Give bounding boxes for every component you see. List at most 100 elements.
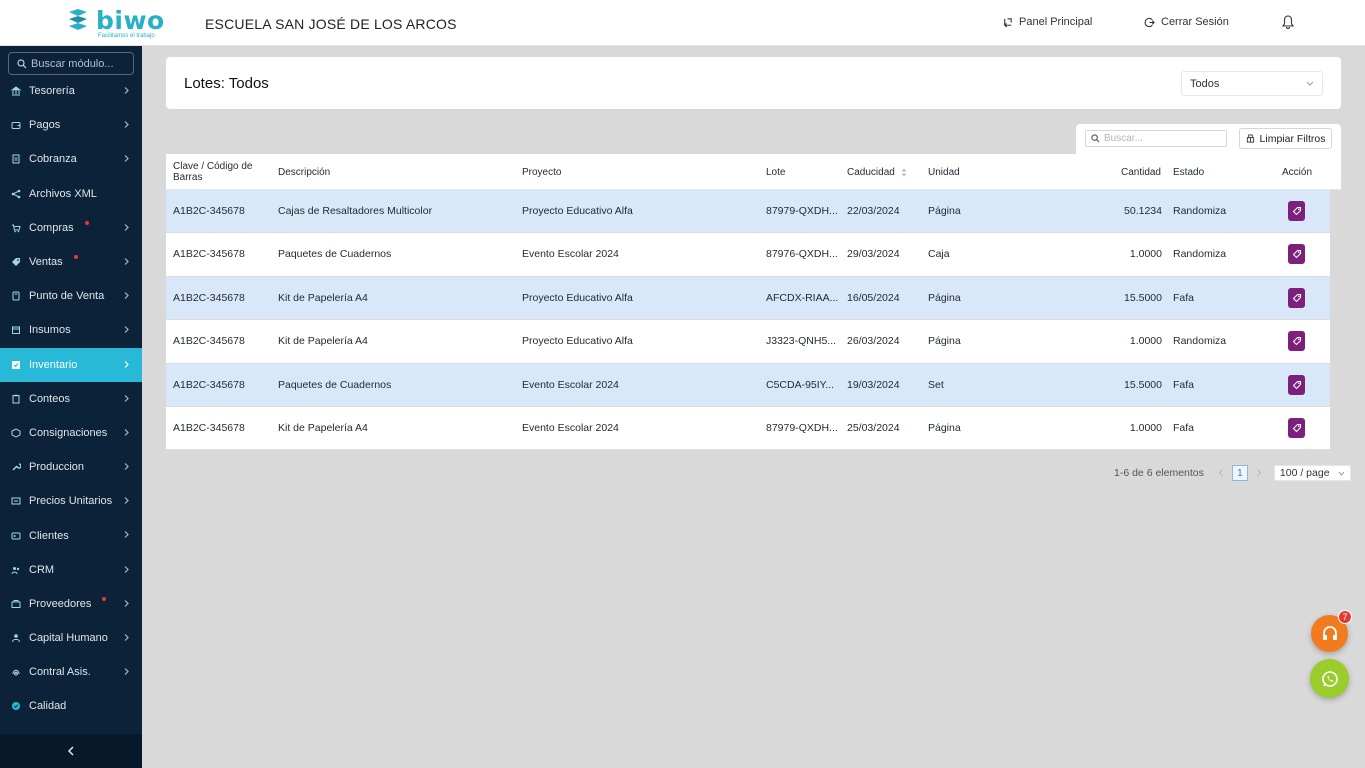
cell-lote: J3323-QNH5...: [766, 335, 837, 348]
whatsapp-icon: [1321, 670, 1338, 687]
cell-descripcion: Paquetes de Cuadernos: [278, 248, 392, 261]
table-row[interactable]: A1B2C-345678 Kit de Papelería A4 Proyecto …: [166, 320, 1330, 364]
table-search-input[interactable]: [1104, 133, 1224, 144]
chevron-right-icon: [124, 326, 129, 334]
table-search[interactable]: [1085, 130, 1227, 147]
sidebar-item-calidad[interactable]: Calidad: [0, 689, 142, 723]
page-size-select[interactable]: 100 / page: [1273, 465, 1351, 481]
cell-lote: 87979-QXDH...: [766, 205, 838, 217]
logo-tagline: Facilitamos el trabajo: [98, 33, 155, 39]
module-search-input[interactable]: [31, 57, 131, 70]
sidebar-item-tesorer-a[interactable]: Tesorería: [0, 74, 142, 108]
wallet-icon: [11, 122, 21, 130]
sidebar-item-pagos[interactable]: Pagos: [0, 108, 142, 142]
sidebar-item-proveedores[interactable]: Proveedores: [0, 587, 142, 621]
sidebar-item-capital-humano[interactable]: Capital Humano: [0, 621, 142, 655]
cell-caducidad: 26/03/2024: [847, 335, 900, 348]
panel-principal-link[interactable]: Panel Principal: [1002, 16, 1092, 28]
column-header-lote[interactable]: Lote: [766, 154, 785, 190]
sidebar-item-conteos[interactable]: Conteos: [0, 382, 142, 416]
cell-descripcion: Kit de Papelería A4: [278, 335, 368, 348]
tag-icon: [1292, 206, 1301, 216]
cell-caducidad: 22/03/2024: [847, 205, 900, 217]
column-header-clave[interactable]: Clave / Código de Barras: [173, 154, 265, 190]
column-header-caducidad[interactable]: Caducidad: [847, 154, 907, 190]
cell-unidad: Página: [928, 335, 961, 348]
page-title: Lotes: Todos: [184, 75, 269, 92]
prev-page-icon[interactable]: [1216, 468, 1226, 478]
logout-link[interactable]: Cerrar Sesión: [1144, 16, 1229, 28]
sidebar-item-archivos-xml[interactable]: Archivos XML: [0, 177, 142, 211]
table-row[interactable]: A1B2C-345678 Cajas de Resaltadores Multic…: [166, 190, 1330, 234]
sidebar-item-label: Consignaciones: [29, 426, 108, 439]
column-header-unidad[interactable]: Unidad: [928, 154, 960, 190]
cell-proyecto: Evento Escolar 2024: [522, 248, 619, 261]
row-action-button[interactable]: [1288, 244, 1305, 265]
sidebar-item-produccion[interactable]: Produccion: [0, 450, 142, 484]
cell-proyecto: Evento Escolar 2024: [522, 378, 619, 391]
chevron-right-icon: [124, 87, 129, 94]
cell-cantidad: 50.1234: [1124, 205, 1162, 217]
page-number-current[interactable]: 1: [1231, 465, 1248, 481]
row-action-button[interactable]: [1288, 287, 1305, 308]
chevron-right-icon: [124, 121, 129, 129]
sidebar-item-precios-unitarios[interactable]: Precios Unitarios: [0, 484, 142, 518]
notification-dot: [85, 220, 89, 225]
school-name: ESCUELA SAN JOSÉ DE LOS ARCOS: [205, 16, 457, 32]
sidebar-item-label: Archivos XML: [29, 187, 97, 200]
clear-filters-button[interactable]: Limpiar Filtros: [1239, 128, 1332, 149]
row-action-button[interactable]: [1288, 374, 1305, 395]
column-header-estado[interactable]: Estado: [1173, 154, 1204, 190]
sidebar-item-contral-asis[interactable]: Contral Asis.: [0, 655, 142, 689]
table-row[interactable]: A1B2C-345678 Kit de Papelería A4 Evento Es…: [166, 406, 1330, 451]
price-icon: [11, 497, 21, 505]
sidebar-collapse-button[interactable]: [0, 734, 142, 768]
sidebar-item-ventas[interactable]: Ventas: [0, 245, 142, 279]
cell-estado: Fafa: [1173, 421, 1195, 434]
row-action-button[interactable]: [1288, 331, 1305, 352]
row-action-button[interactable]: [1288, 201, 1305, 221]
return-icon: [1004, 17, 1012, 27]
table-row[interactable]: A1B2C-345678 Paquetes de Cuadernos Evento …: [166, 233, 1330, 277]
id-card-icon: [11, 532, 21, 540]
sidebar-item-crm[interactable]: CRM: [0, 553, 142, 587]
sidebar-item-inventario[interactable]: Inventario: [0, 347, 142, 382]
notification-dot: [102, 596, 106, 601]
chevron-right-icon: [124, 463, 129, 470]
tag-icon: [1292, 380, 1301, 389]
column-header-descripcion[interactable]: Descripción: [278, 154, 330, 190]
cell-estado: Randomiza: [1173, 205, 1227, 217]
sidebar-item-consignaciones[interactable]: Consignaciones: [0, 416, 142, 450]
wrench-icon: [12, 463, 21, 471]
sidebar-item-label: Precios Unitarios: [29, 495, 113, 508]
sidebar-item-compras[interactable]: Compras: [0, 211, 142, 245]
column-header-cantidad[interactable]: Cantidad: [1096, 154, 1161, 190]
sidebar-item-clientes[interactable]: Clientes: [0, 518, 142, 552]
biwo-logo[interactable]: biwo Facilitamos el trabajo: [66, 6, 166, 42]
pagination: 1-6 de 6 elementos 1 100 / page: [1114, 465, 1351, 481]
sort-icon[interactable]: [901, 168, 907, 177]
row-action-button[interactable]: [1288, 417, 1305, 438]
sidebar-item-label: Inventario: [29, 358, 78, 371]
sidebar-item-punto-de-venta[interactable]: Punto de Venta: [0, 279, 142, 313]
headset-icon: [1322, 625, 1337, 640]
sidebar-item-label: Produccion: [29, 461, 85, 474]
whatsapp-fab[interactable]: [1310, 659, 1349, 698]
chevron-down-icon: [1338, 471, 1345, 476]
module-search[interactable]: [8, 52, 134, 75]
sidebar-item-cobranza[interactable]: Cobranza: [0, 142, 142, 176]
table-row[interactable]: A1B2C-345678 Kit de Papelería A4 Proyecto …: [166, 276, 1330, 321]
table-row[interactable]: A1B2C-345678 Paquetes de Cuadernos Evento …: [166, 363, 1330, 407]
chevron-down-icon: [1306, 81, 1314, 86]
tag-icon: [1292, 423, 1301, 433]
next-page-icon[interactable]: [1254, 468, 1264, 478]
sidebar-item-label: Tesorería: [29, 85, 75, 98]
sidebar-item-insumos[interactable]: Insumos: [0, 313, 142, 347]
bell-icon[interactable]: [1282, 15, 1294, 29]
column-header-proyecto[interactable]: Proyecto: [522, 154, 561, 190]
cell-cantidad: 1.0000: [1129, 421, 1162, 434]
cell-descripcion: Paquetes de Cuadernos: [278, 378, 392, 391]
lotes-filter-select[interactable]: Todos: [1181, 71, 1323, 96]
cell-unidad: Página: [928, 291, 961, 304]
cell-unidad: Página: [928, 205, 961, 217]
